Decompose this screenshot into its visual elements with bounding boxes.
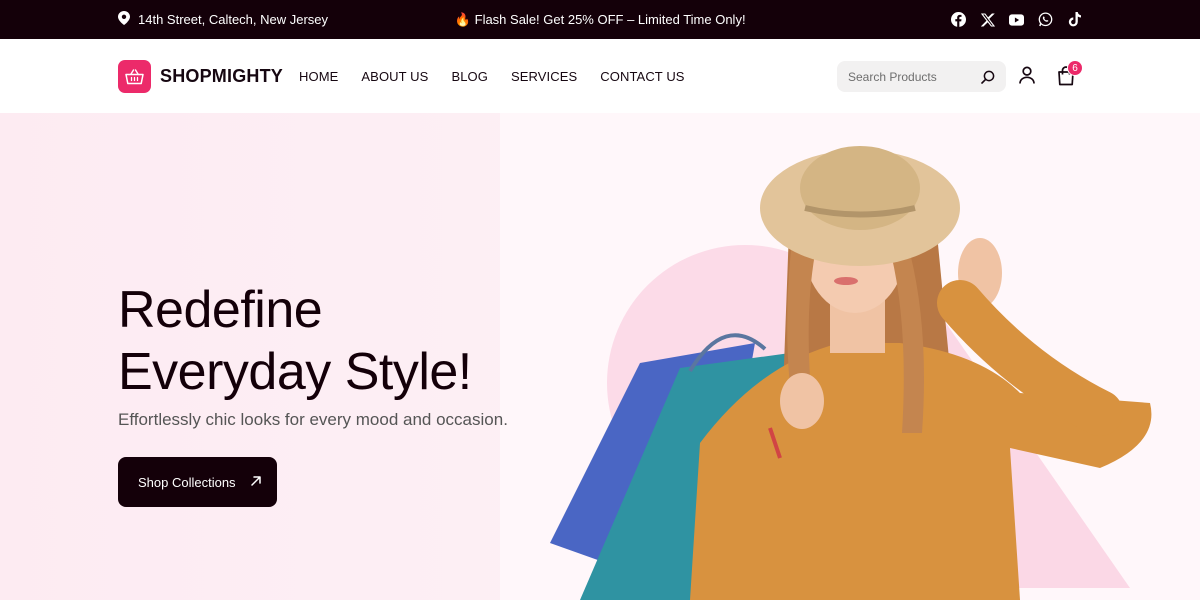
brand-logo[interactable]: SHOPMIGHTY [118, 60, 283, 93]
nav-services[interactable]: SERVICES [511, 69, 577, 84]
hero-model-image [550, 146, 1152, 600]
hero-section: Redefine Everyday Style! Effortlessly ch… [0, 113, 1200, 600]
site-header: SHOPMIGHTY HOME ABOUT US BLOG SERVICES C… [0, 39, 1200, 113]
promo-text: Flash Sale! Get 25% OFF – Limited Time O… [474, 12, 746, 27]
search-input[interactable] [848, 69, 973, 84]
nav-contact-us[interactable]: CONTACT US [600, 69, 684, 84]
tiktok-icon[interactable] [1067, 12, 1082, 27]
hero-heading-line-1: Redefine [118, 281, 323, 339]
hero-subtitle: Effortlessly chic looks for every mood a… [118, 410, 508, 429]
search-box [837, 61, 1006, 92]
facebook-icon[interactable] [951, 12, 966, 27]
hero-heading-line-2: Everyday Style! [118, 343, 472, 401]
main-nav: HOME ABOUT US BLOG SERVICES CONTACT US [299, 39, 708, 113]
nav-about-us[interactable]: ABOUT US [361, 69, 428, 84]
search-icon[interactable] [981, 69, 996, 84]
hero-heading: Redefine Everyday Style! [118, 279, 472, 403]
shop-collections-label: Shop Collections [138, 474, 236, 490]
basket-icon [118, 60, 151, 93]
nav-blog[interactable]: BLOG [451, 69, 488, 84]
social-links [951, 0, 1082, 39]
nav-home[interactable]: HOME [299, 69, 338, 84]
brand-name: SHOPMIGHTY [160, 66, 284, 86]
top-bar: 14th Street, Caltech, New Jersey 🔥 Flash… [0, 0, 1200, 39]
x-icon[interactable] [980, 12, 995, 27]
cart-count-badge: 6 [1067, 60, 1083, 76]
whatsapp-icon[interactable] [1038, 12, 1053, 27]
arrow-up-right-icon [250, 475, 262, 490]
fire-icon: 🔥 [454, 11, 471, 27]
shop-collections-button[interactable]: Shop Collections [118, 457, 277, 507]
user-account-icon[interactable] [1018, 66, 1036, 84]
youtube-icon[interactable] [1009, 12, 1024, 27]
